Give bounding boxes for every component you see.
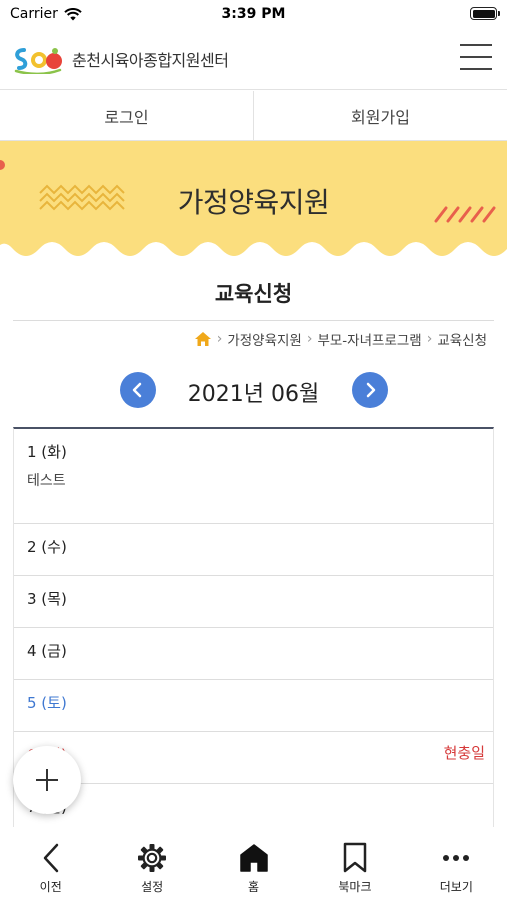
breadcrumb-item[interactable]: 부모-자녀프로그램 <box>317 329 421 349</box>
home-icon <box>239 844 268 872</box>
day-date: 3 (목) <box>27 590 67 608</box>
chevron-right-icon <box>366 382 376 398</box>
section-banner: 가정양육지원 <box>0 141 507 269</box>
calendar-day[interactable]: 2 (수) <box>14 524 493 576</box>
hamburger-line <box>460 68 492 70</box>
day-date: 2 (수) <box>27 538 67 556</box>
day-date: 1 (화) <box>27 443 67 461</box>
holiday-label: 현충일 <box>443 744 485 762</box>
banner-title: 가정양육지원 <box>177 186 330 219</box>
calendar-day[interactable]: 1 (화) 테스트 <box>14 429 493 524</box>
next-month-button[interactable] <box>352 372 388 408</box>
event-item[interactable]: 테스트 <box>27 470 66 490</box>
auth-bar: 로그인 회원가입 <box>0 91 507 141</box>
tab-bookmark[interactable]: 북마크 <box>304 828 405 900</box>
tab-settings[interactable]: 설정 <box>101 828 202 900</box>
chevron-right-icon: › <box>306 331 313 347</box>
plus-icon <box>36 769 58 791</box>
divider <box>13 320 494 321</box>
tab-label: 이전 <box>39 880 62 894</box>
signup-button[interactable]: 회원가입 <box>253 91 507 140</box>
breadcrumb-item[interactable]: 가정양육지원 <box>227 329 302 349</box>
tab-back[interactable]: 이전 <box>0 828 101 900</box>
home-icon[interactable] <box>194 331 212 347</box>
clock: 3:39 PM <box>221 6 286 22</box>
breadcrumb: › 가정양육지원 › 부모-자녀프로그램 › 교육신청 <box>194 329 487 349</box>
day-date: 4 (금) <box>27 642 67 660</box>
bookmark-icon <box>343 842 367 873</box>
more-icon <box>443 855 470 861</box>
app-header: 춘천시육아종합지원센터 <box>0 30 507 90</box>
calendar-day[interactable]: 5 (토) <box>14 680 493 732</box>
logo-text: 춘천시육아종합지원센터 <box>72 51 229 70</box>
status-bar: Carrier 3:39 PM <box>0 0 507 30</box>
logo-mark-icon <box>14 48 62 74</box>
tab-label: 설정 <box>141 880 164 894</box>
calendar-list: 1 (화) 테스트 2 (수) 3 (목) 4 (금) 5 (토) 6 (일) … <box>13 427 494 827</box>
month-navigation: 2021년 06월 <box>0 372 507 410</box>
calendar-day[interactable]: 7 (월) <box>14 784 493 827</box>
breadcrumb-current: 교육신청 <box>437 333 487 349</box>
page-title: 교육신청 <box>214 282 293 306</box>
site-logo[interactable]: 춘천시육아종합지원센터 <box>12 44 229 74</box>
tab-label: 더보기 <box>439 880 473 894</box>
gear-icon <box>138 844 167 872</box>
calendar-day[interactable]: 3 (목) <box>14 576 493 628</box>
add-button[interactable] <box>13 746 81 814</box>
calendar-day[interactable]: 6 (일) 현충일 <box>14 732 493 784</box>
tab-home[interactable]: 홈 <box>203 828 304 900</box>
hamburger-line <box>460 44 492 46</box>
tab-label: 북마크 <box>338 880 372 894</box>
chevron-right-icon: › <box>426 331 433 347</box>
back-icon <box>43 843 58 873</box>
month-label: 2021년 06월 <box>187 382 320 407</box>
hamburger-line <box>460 56 492 58</box>
tab-more[interactable]: 더보기 <box>406 828 507 900</box>
login-button[interactable]: 로그인 <box>0 91 253 140</box>
bottom-tab-bar: 이전 설정 홈 북마크 더보기 <box>0 828 507 900</box>
tab-label: 홈 <box>247 880 260 894</box>
menu-button[interactable] <box>460 42 492 72</box>
calendar-day[interactable]: 4 (금) <box>14 628 493 680</box>
chevron-right-icon: › <box>216 331 223 347</box>
day-date: 5 (토) <box>27 694 67 712</box>
battery-icon <box>470 7 500 20</box>
